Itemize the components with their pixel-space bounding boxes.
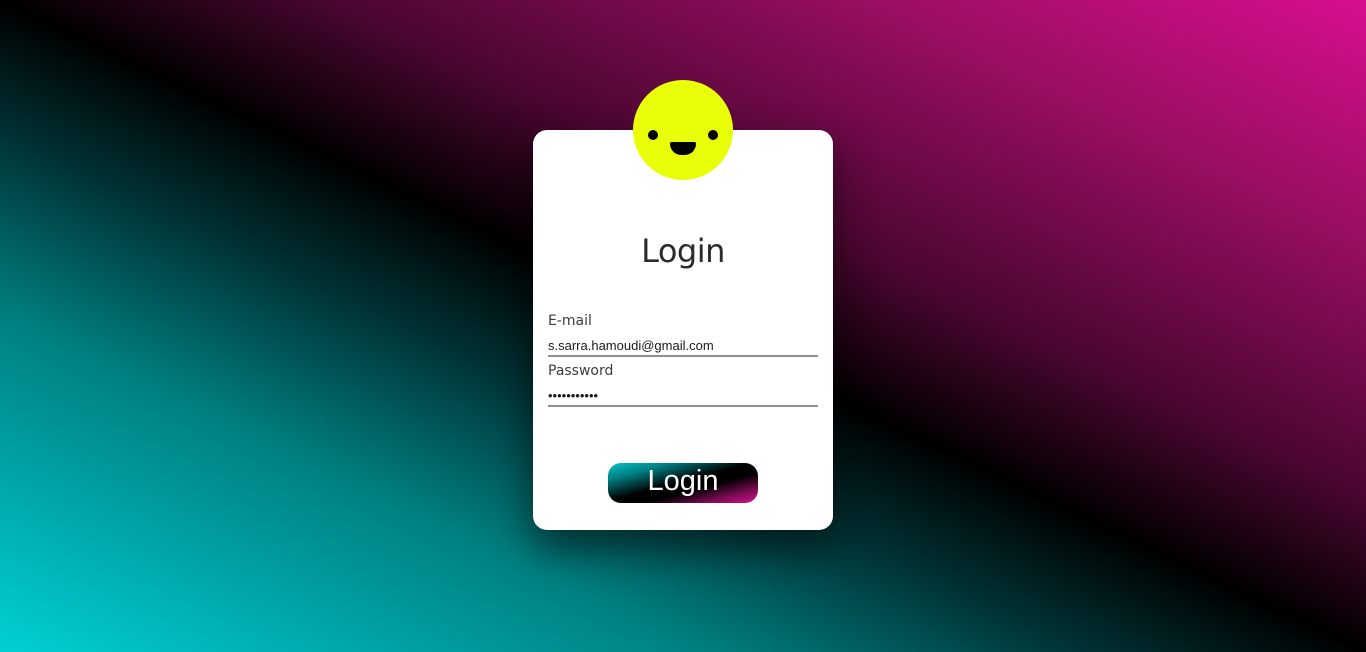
login-card: Login E-mail Password Login xyxy=(533,130,833,530)
email-label: E-mail xyxy=(548,313,592,329)
login-title: Login xyxy=(641,232,725,270)
login-button[interactable]: Login xyxy=(608,463,758,503)
email-field[interactable] xyxy=(548,335,818,357)
smiley-face-icon xyxy=(633,80,733,180)
password-field[interactable] xyxy=(548,385,818,407)
left-eye xyxy=(648,130,658,140)
smile-mouth xyxy=(670,142,696,155)
right-eye xyxy=(708,130,718,140)
password-label: Password xyxy=(548,363,614,379)
